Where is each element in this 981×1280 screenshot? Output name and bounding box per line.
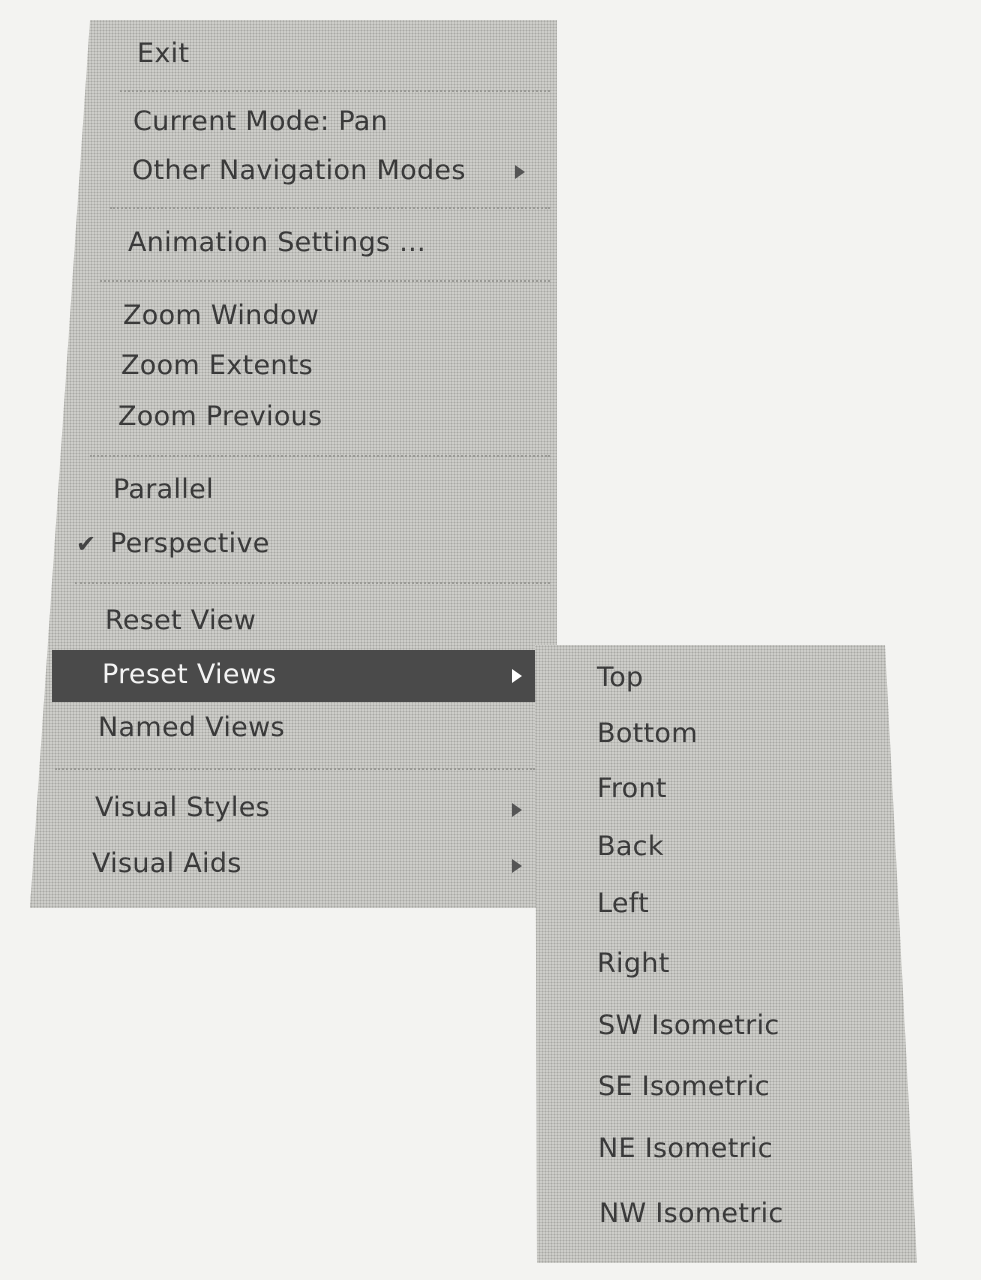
submenu-item-se-isometric[interactable]: SE Isometric	[598, 1071, 770, 1102]
separator	[90, 455, 550, 457]
submenu-item-left[interactable]: Left	[597, 888, 649, 919]
submenu-item-bottom[interactable]: Bottom	[597, 718, 698, 749]
menu-item-exit[interactable]: Exit	[137, 38, 189, 69]
menu-item-current-mode[interactable]: Current Mode: Pan	[133, 106, 388, 137]
submenu-item-top[interactable]: Top	[597, 662, 643, 693]
menu-item-parallel[interactable]: Parallel	[113, 474, 214, 505]
menu-item-named-views[interactable]: Named Views	[98, 712, 285, 743]
submenu-arrow-icon	[512, 859, 522, 873]
submenu-arrow-icon	[512, 669, 522, 683]
menu-item-label: Preset Views	[102, 659, 277, 690]
submenu-item-nw-isometric[interactable]: NW Isometric	[599, 1198, 784, 1229]
submenu-item-front[interactable]: Front	[597, 773, 667, 804]
menu-item-visual-aids[interactable]: Visual Aids	[92, 848, 242, 879]
menu-item-preset-views[interactable]: Preset Views	[52, 650, 536, 702]
submenu-item-sw-isometric[interactable]: SW Isometric	[598, 1010, 780, 1041]
menu-item-animation-settings[interactable]: Animation Settings ...	[128, 227, 426, 258]
check-icon: ✔	[76, 530, 97, 558]
context-menu	[30, 20, 557, 908]
submenu-item-ne-isometric[interactable]: NE Isometric	[598, 1133, 773, 1164]
menu-item-visual-styles[interactable]: Visual Styles	[95, 792, 270, 823]
separator	[100, 280, 550, 282]
separator	[110, 207, 550, 209]
preset-views-submenu	[535, 645, 917, 1263]
menu-item-zoom-extents[interactable]: Zoom Extents	[121, 350, 313, 381]
separator	[120, 90, 550, 92]
menu-item-other-navigation-modes[interactable]: Other Navigation Modes	[132, 155, 466, 186]
submenu-arrow-icon	[512, 803, 522, 817]
menu-item-reset-view[interactable]: Reset View	[105, 605, 256, 636]
menu-item-zoom-window[interactable]: Zoom Window	[123, 300, 319, 331]
separator	[55, 768, 535, 770]
separator	[75, 582, 550, 584]
submenu-arrow-icon	[515, 165, 525, 179]
submenu-item-back[interactable]: Back	[597, 831, 664, 862]
submenu-item-right[interactable]: Right	[597, 948, 670, 979]
menu-item-perspective[interactable]: Perspective	[110, 528, 270, 559]
menu-item-zoom-previous[interactable]: Zoom Previous	[118, 401, 322, 432]
